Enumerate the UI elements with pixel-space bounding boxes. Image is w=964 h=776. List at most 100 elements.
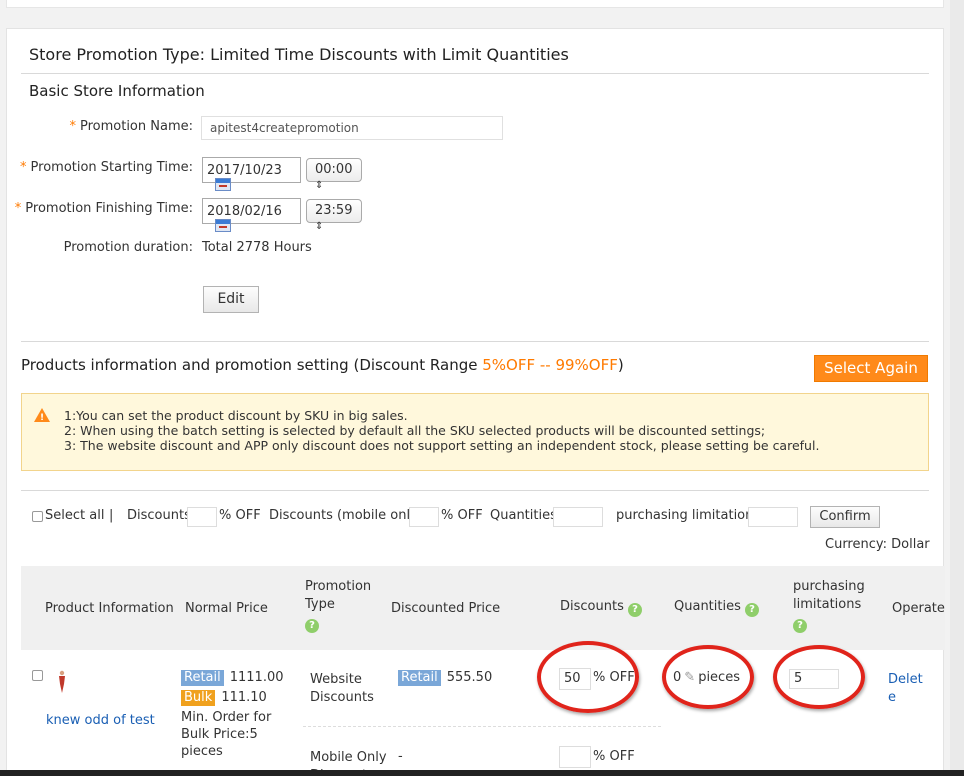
warning-icon: ! bbox=[34, 408, 50, 423]
spinner-arrows-icon: ⇕ bbox=[315, 180, 324, 191]
confirm-button[interactable]: Confirm bbox=[810, 506, 880, 528]
promotion-name-label-text: Promotion Name: bbox=[79, 119, 193, 134]
help-icon[interactable]: ? bbox=[793, 619, 807, 633]
th-normal-price: Normal Price bbox=[185, 601, 268, 616]
products-heading-text: Products information and promotion setti… bbox=[21, 356, 483, 374]
required-mark: * bbox=[69, 119, 76, 134]
batch-limitations-input[interactable] bbox=[748, 507, 798, 527]
notice-line: 3: The website discount and APP only dis… bbox=[64, 438, 820, 453]
bottom-edge bbox=[0, 770, 964, 776]
help-icon[interactable]: ? bbox=[305, 619, 319, 633]
promotion-card: Store Promotion Type: Limited Time Disco… bbox=[6, 28, 945, 776]
th-discounted-price: Discounted Price bbox=[391, 601, 501, 616]
retail-price-value: 1111.00 bbox=[229, 670, 284, 685]
th-product-information: Product Information bbox=[45, 601, 174, 616]
promotion-name-input[interactable]: apitest4createpromotion bbox=[201, 116, 503, 140]
type-website-discounts: Website Discounts bbox=[310, 671, 374, 707]
retail-tag: Retail bbox=[398, 670, 441, 686]
help-icon[interactable]: ? bbox=[745, 603, 760, 617]
select-all-label: Select all bbox=[45, 508, 105, 523]
currency-label: Currency: Dollar bbox=[825, 537, 930, 552]
batch-divider bbox=[21, 490, 929, 491]
highlight-ring-quantity bbox=[662, 645, 754, 709]
th-quantities: Quantities ? bbox=[674, 599, 760, 617]
help-icon[interactable]: ? bbox=[628, 603, 642, 617]
required-mark: * bbox=[20, 160, 27, 175]
th-promotion-type-line: Type bbox=[305, 597, 335, 612]
start-date-input[interactable]: 2017/10/23 bbox=[202, 157, 301, 191]
start-time-label: * Promotion Starting Time: bbox=[7, 160, 193, 175]
start-time-value: 00:00 bbox=[315, 162, 353, 177]
batch-separator: | bbox=[109, 508, 114, 523]
delete-link[interactable]: Delet e bbox=[888, 671, 923, 707]
mobile-discount-input[interactable] bbox=[559, 746, 591, 768]
mobile-price: - bbox=[398, 749, 403, 764]
finish-time-label-text: Promotion Finishing Time: bbox=[25, 201, 193, 216]
th-operate: Operate bbox=[892, 601, 945, 616]
th-promotion-type-line: Promotion bbox=[305, 579, 372, 594]
product-thumbnail[interactable] bbox=[57, 670, 67, 694]
highlight-ring-limitation bbox=[773, 645, 865, 709]
batch-off-label: % OFF bbox=[219, 508, 261, 523]
bulk-price-value: 111.10 bbox=[221, 690, 267, 705]
start-time-label-text: Promotion Starting Time: bbox=[30, 160, 193, 175]
batch-mobile-off-label: % OFF bbox=[441, 508, 483, 523]
notice-box: ! 1:You can set the product discount by … bbox=[21, 393, 929, 471]
start-time-select[interactable]: 00:00 ⇕ bbox=[306, 158, 362, 191]
finish-date-input[interactable]: 2018/02/16 bbox=[202, 198, 301, 232]
required-mark: * bbox=[14, 201, 22, 216]
finish-date-value: 2018/02/16 bbox=[207, 204, 282, 219]
th-quantities-text: Quantities bbox=[674, 599, 741, 614]
min-order-line: pieces bbox=[181, 744, 223, 759]
type-line: Mobile Only bbox=[310, 750, 387, 765]
th-purchasing-limitations: purchasing limitations ? bbox=[793, 579, 865, 633]
previous-card bbox=[6, 0, 944, 8]
batch-limitations-label: purchasing limitations bbox=[616, 508, 761, 523]
title-divider bbox=[21, 73, 929, 74]
row-divider bbox=[303, 726, 661, 727]
product-name-link[interactable]: knew odd of test bbox=[46, 713, 155, 728]
delete-line: Delet bbox=[888, 672, 923, 687]
normal-retail-price: Retail 1111.00 bbox=[181, 670, 284, 686]
notice-line: 1:You can set the product discount by SK… bbox=[64, 408, 408, 423]
notice-line: 2: When using the batch setting is selec… bbox=[64, 423, 766, 438]
edit-button[interactable]: Edit bbox=[203, 286, 259, 313]
calendar-icon[interactable] bbox=[215, 178, 231, 191]
delete-line: e bbox=[888, 690, 896, 705]
start-date-value: 2017/10/23 bbox=[207, 163, 282, 178]
bulk-tag: Bulk bbox=[181, 690, 216, 706]
finish-time-label: * Promotion Finishing Time: bbox=[7, 201, 193, 216]
products-heading-end: ) bbox=[617, 356, 624, 374]
duration-value: Total 2778 Hours bbox=[202, 240, 312, 255]
batch-mobile-discounts-label: Discounts (mobile only) bbox=[269, 508, 423, 523]
type-line: Discounts bbox=[310, 690, 374, 705]
th-discounts-text: Discounts bbox=[560, 599, 624, 614]
finish-time-value: 23:59 bbox=[315, 203, 353, 218]
th-promotion-type: Promotion Type ? bbox=[305, 579, 371, 633]
promotion-name-label: * Promotion Name: bbox=[7, 119, 193, 134]
select-again-button[interactable]: Select Again bbox=[814, 355, 928, 382]
batch-discount-input[interactable] bbox=[187, 507, 217, 527]
highlight-ring-discount bbox=[537, 641, 639, 713]
discounted-price-value: 555.50 bbox=[446, 670, 493, 685]
calendar-icon[interactable] bbox=[215, 219, 231, 232]
row-checkbox[interactable] bbox=[32, 670, 43, 681]
products-heading: Products information and promotion setti… bbox=[21, 356, 624, 374]
normal-bulk-price: Bulk 111.10 bbox=[181, 690, 267, 706]
select-all-checkbox[interactable] bbox=[32, 511, 43, 522]
retail-tag: Retail bbox=[181, 670, 224, 686]
min-order-line: Min. Order for bbox=[181, 710, 272, 725]
mobile-off-label: % OFF bbox=[593, 749, 635, 764]
batch-quantities-label: Quantities bbox=[490, 508, 557, 523]
th-limit-line: limitations bbox=[793, 597, 862, 612]
type-line: Website bbox=[310, 672, 362, 687]
batch-quantities-input[interactable] bbox=[553, 507, 603, 527]
batch-mobile-discount-input[interactable] bbox=[409, 507, 439, 527]
window-edge bbox=[950, 0, 964, 776]
discounted-retail-price: Retail 555.50 bbox=[398, 670, 492, 686]
page-title: Store Promotion Type: Limited Time Disco… bbox=[29, 45, 569, 64]
section-divider bbox=[21, 341, 929, 342]
batch-discounts-label: Discounts bbox=[127, 508, 191, 523]
duration-label: Promotion duration: bbox=[63, 240, 193, 255]
finish-time-select[interactable]: 23:59 ⇕ bbox=[306, 199, 362, 232]
